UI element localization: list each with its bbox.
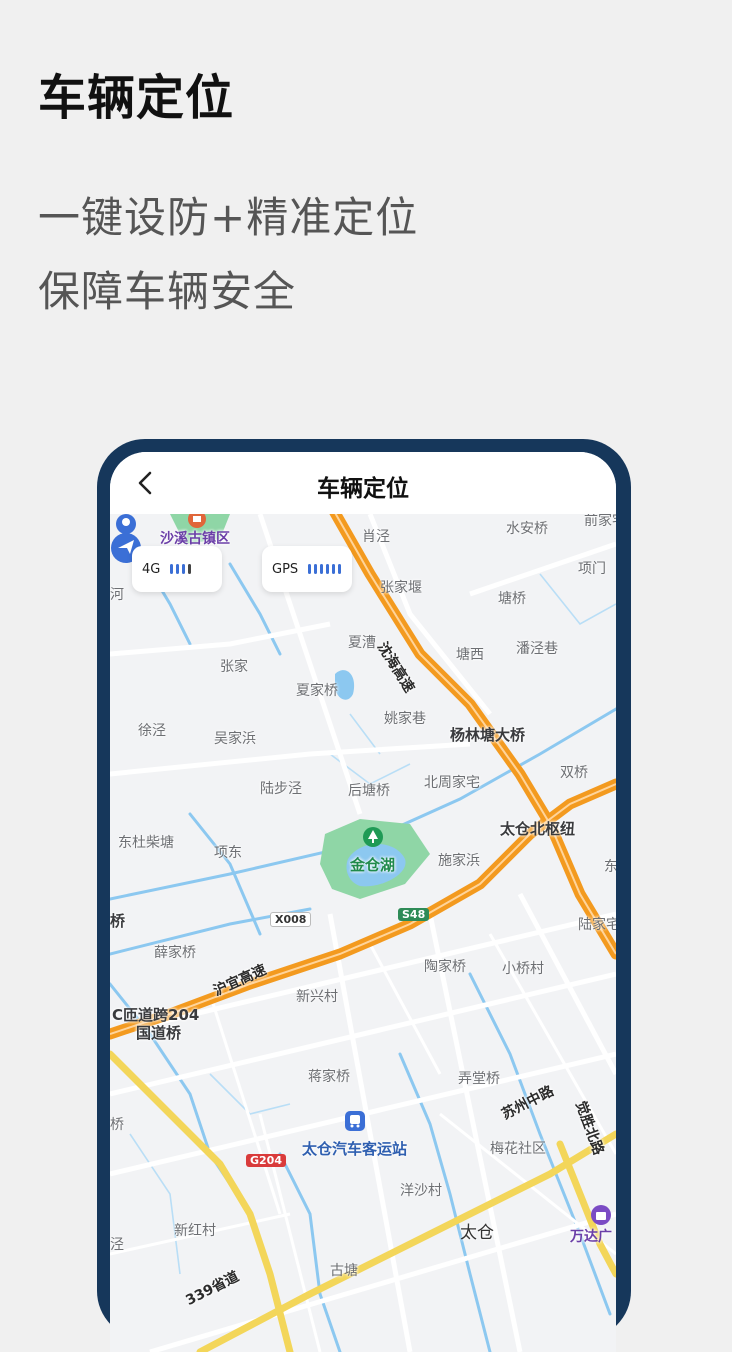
phone-mockup: 车辆定位 4G GPS 沙溪古镇区 肖泾 水安桥 前家 项门 河 张家堰 塘桥 … (97, 439, 631, 1352)
mall-icon (591, 1205, 611, 1225)
map-label: 梅花社区 (490, 1141, 546, 1157)
map-label: 太仓北枢纽 (500, 820, 576, 838)
map-label: 洋沙村 (400, 1183, 442, 1199)
signal-bars-icon (170, 564, 192, 574)
network-4g-label: 4G (142, 561, 161, 577)
network-4g-chip: 4G (132, 546, 222, 592)
map-label: 东 (604, 859, 616, 875)
map-label: 夏家桥 (296, 683, 338, 699)
phone-screen: 车辆定位 4G GPS 沙溪古镇区 肖泾 水安桥 前家 项门 河 张家堰 塘桥 … (110, 452, 616, 1352)
subtitle-line-2: 保障车辆安全 (38, 267, 297, 316)
map-label: 小桥村 (502, 961, 544, 977)
map-label: 张家 (220, 659, 248, 675)
map-label: 姚家巷 (384, 711, 426, 727)
gps-chip: GPS (262, 546, 352, 592)
map-label: 东杜柴塘 (118, 835, 174, 851)
map-label: 张家堰 (380, 580, 422, 596)
map-label: 国道桥 (136, 1024, 182, 1042)
map-label: 肖泾 (362, 529, 390, 545)
park-icon (363, 827, 383, 847)
map-label: 蒋家桥 (308, 1069, 350, 1085)
map-label: 徐泾 (138, 723, 166, 739)
map-label: 弄堂桥 (458, 1071, 500, 1087)
map-label: 潘泾巷 (516, 641, 558, 657)
vehicle-map[interactable]: 4G GPS 沙溪古镇区 肖泾 水安桥 前家宅 项门 河 张家堰 塘桥 夏漕 塘… (110, 510, 616, 1352)
map-label: 后塘桥 (348, 783, 390, 799)
map-label: 泾 (110, 1237, 124, 1253)
map-label: 施家浜 (438, 853, 480, 869)
map-label: 新红村 (174, 1223, 216, 1239)
map-label: 夏漕 (348, 635, 376, 651)
map-label: 水安桥 (506, 521, 548, 537)
map-label: 双桥 (560, 765, 588, 781)
map-label: 桥 (110, 912, 126, 930)
map-label: 陶家桥 (424, 959, 466, 975)
map-label: 沙溪古镇区 (160, 531, 230, 547)
map-label: 杨林塘大桥 (450, 726, 526, 744)
map-label: 薛家桥 (154, 945, 196, 961)
map-label: 陆家宅 (578, 917, 616, 933)
gps-signal-bars-icon (308, 564, 342, 574)
nav-title: 车辆定位 (317, 476, 409, 502)
bus-station-label[interactable]: 太仓汽车客运站 (302, 1138, 407, 1159)
map-label: 新兴村 (296, 989, 338, 1005)
subtitle-line-1: 一键设防+精准定位 (38, 193, 419, 242)
map-label: 北周家宅 (424, 775, 480, 791)
bus-icon (345, 1111, 365, 1131)
road-badge: X008 (270, 912, 312, 927)
app-nav-bar: 车辆定位 (110, 452, 616, 514)
gps-label: GPS (272, 561, 299, 577)
map-label: 金仓湖 (350, 856, 396, 874)
map-label: 塘西 (456, 647, 484, 663)
map-label: 太仓 (460, 1223, 494, 1243)
map-label: 塘桥 (498, 591, 526, 607)
road-badge: G204 (246, 1154, 286, 1167)
map-label: 古塘 (330, 1263, 358, 1279)
map-label: 项门 (578, 561, 606, 577)
road-badge: S48 (398, 908, 430, 921)
map-label: 河 (110, 587, 124, 603)
map-label: 吴家浜 (214, 731, 256, 747)
map-label: 桥 (110, 1117, 124, 1133)
map-label: 陆步泾 (260, 781, 302, 797)
page-title: 车辆定位 (38, 70, 235, 126)
map-label: 项东 (214, 845, 242, 861)
wanda-label[interactable]: 万达广 (570, 1226, 612, 1246)
